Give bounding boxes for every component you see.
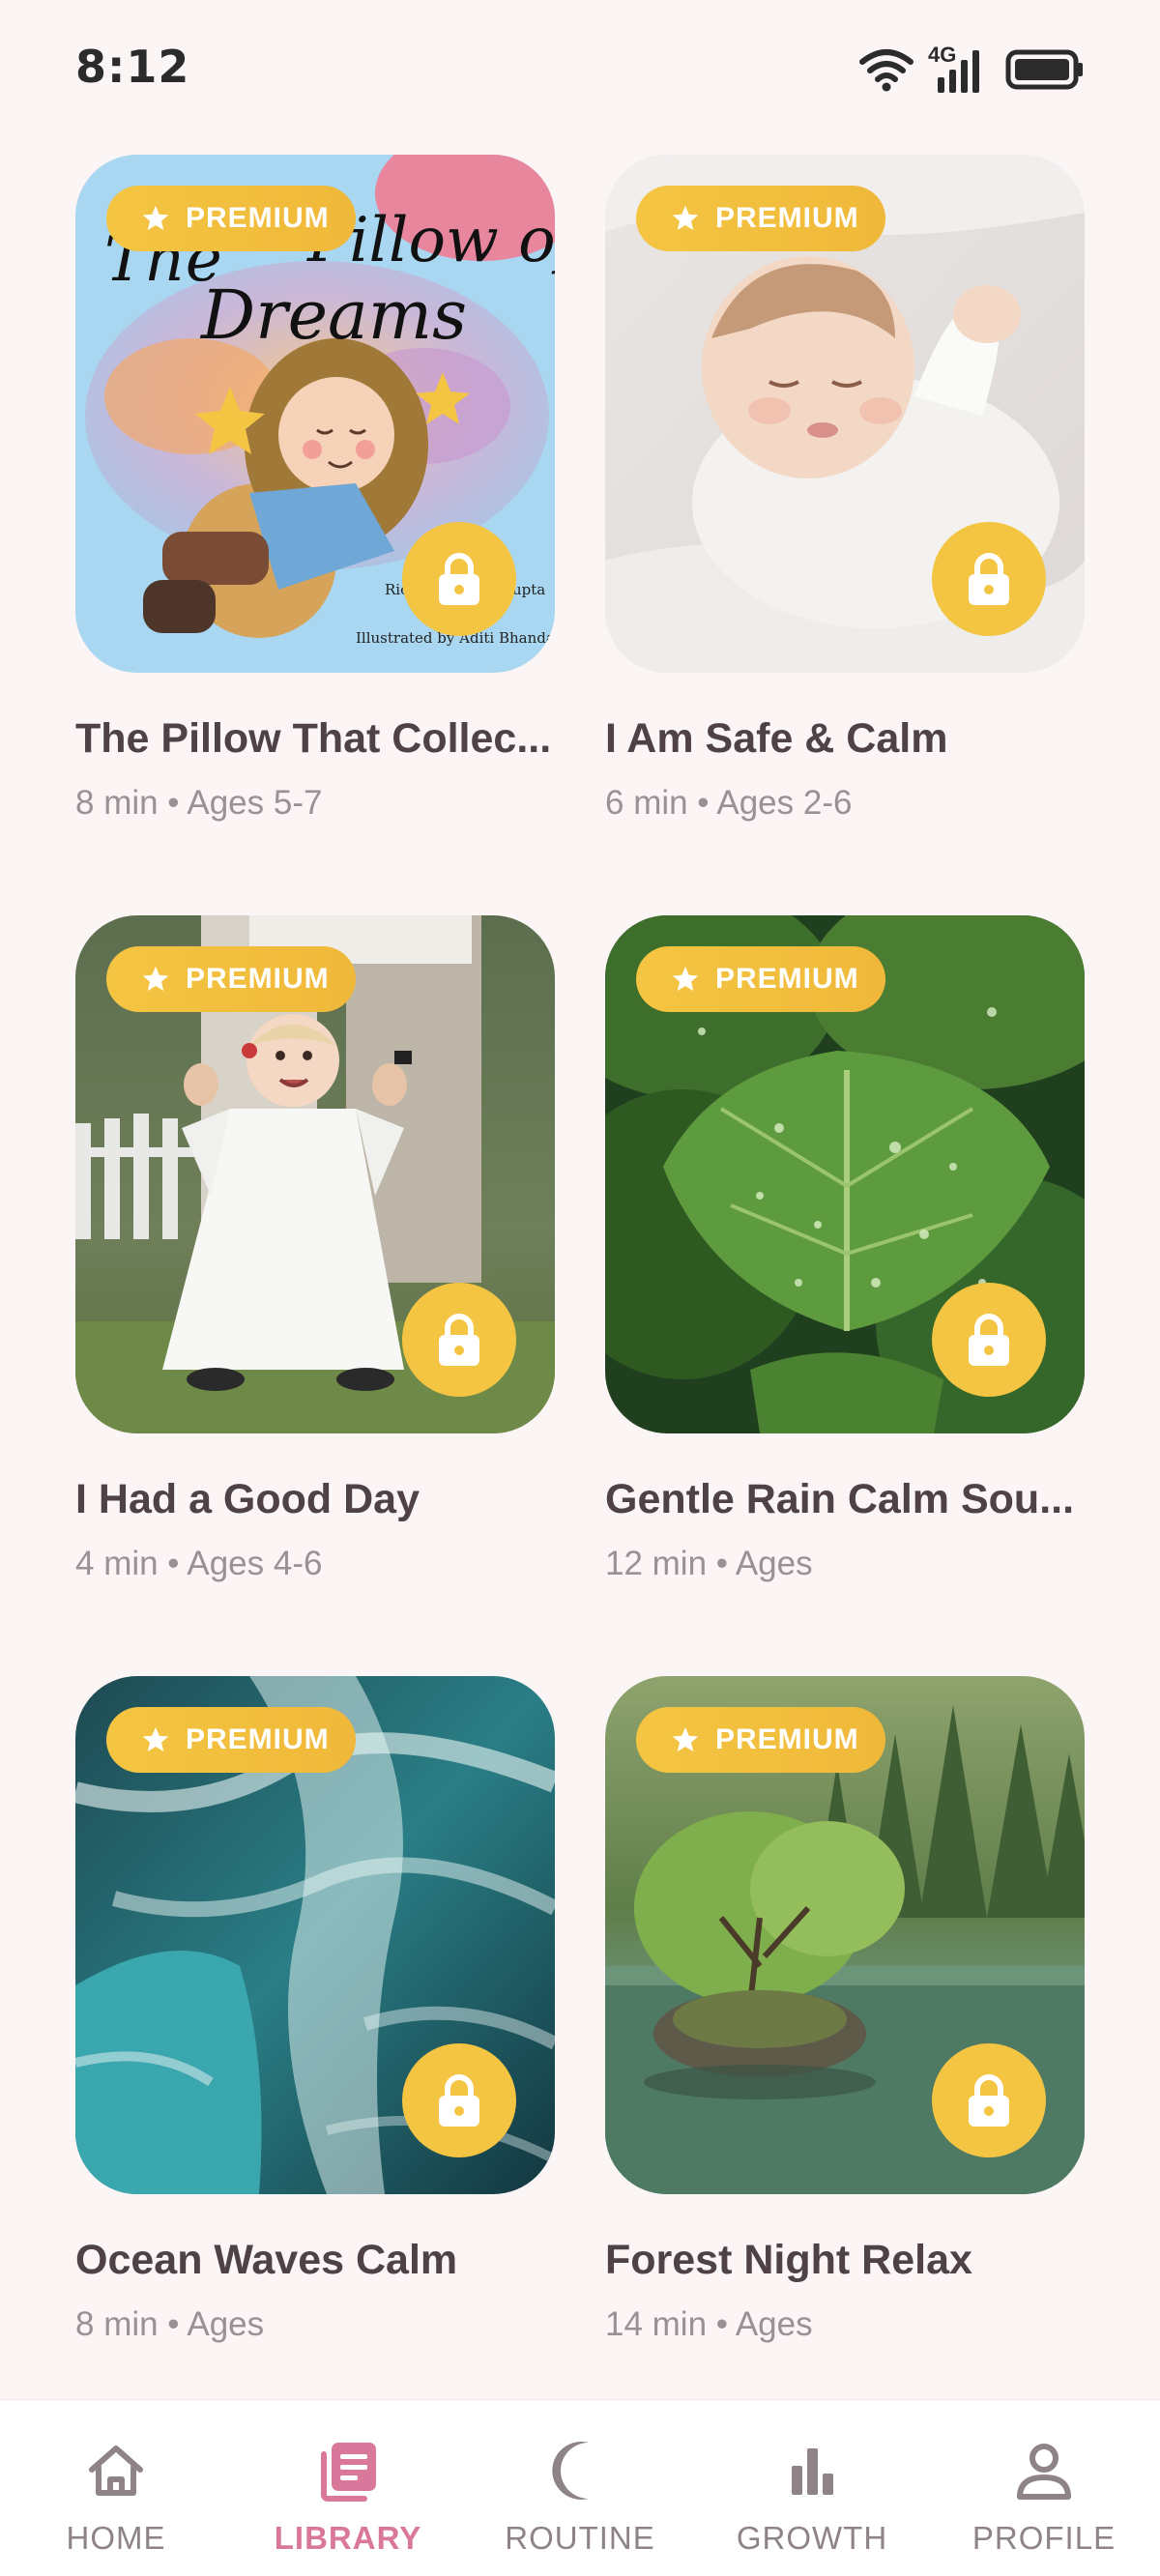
nav-label: LIBRARY: [274, 2520, 422, 2556]
moon-icon: [552, 2442, 589, 2500]
nav-item-profile[interactable]: PROFILE: [928, 2400, 1160, 2576]
svg-text:Dreams: Dreams: [199, 275, 467, 355]
nav-label: HOME: [66, 2520, 166, 2556]
premium-badge: PREMIUM: [106, 1707, 356, 1773]
story-meta: 6 min • Ages 2-6: [605, 784, 853, 822]
star-icon: [142, 205, 169, 230]
nav-label: GROWTH: [736, 2520, 888, 2556]
lock-icon: [969, 553, 1009, 605]
premium-badge: PREMIUM: [106, 186, 356, 251]
lock-icon: [439, 553, 479, 605]
story-meta: 12 min • Ages: [605, 1545, 813, 1582]
lock-icon: [439, 2074, 479, 2127]
story-thumbnail[interactable]: The Pillow of Dreams Richa Kishore Gupta…: [75, 155, 555, 673]
star-icon: [142, 966, 169, 991]
bottom-navigation: HOME LIBRARY ROUTINE GROWTH PROFILE: [0, 2399, 1160, 2576]
premium-label: PREMIUM: [186, 963, 330, 995]
story-card[interactable]: PREMIUM Forest Night Relax 14 min • Ages: [605, 1676, 1085, 2437]
person-icon: [1017, 2444, 1071, 2500]
premium-badge: PREMIUM: [636, 946, 885, 1012]
star-icon: [672, 1726, 699, 1751]
star-icon: [672, 205, 699, 230]
lock-icon: [439, 1314, 479, 1366]
lock-button[interactable]: [402, 1283, 516, 1397]
star-icon: [672, 966, 699, 991]
story-thumbnail[interactable]: PREMIUM: [75, 915, 555, 1433]
nav-item-growth[interactable]: GROWTH: [696, 2400, 928, 2576]
home-icon: [89, 2446, 143, 2496]
lock-icon: [969, 2074, 1009, 2127]
premium-badge: PREMIUM: [106, 946, 356, 1012]
premium-label: PREMIUM: [715, 963, 859, 995]
premium-label: PREMIUM: [715, 1723, 859, 1755]
premium-label: PREMIUM: [186, 1723, 330, 1755]
wifi-icon: [859, 49, 914, 92]
story-thumbnail[interactable]: PREMIUM: [605, 915, 1085, 1433]
story-meta: 8 min • Ages: [75, 2305, 265, 2343]
story-card[interactable]: PREMIUM Gentle Rain Calm Sou... 12 min •…: [605, 915, 1085, 1676]
bar-chart-icon: [792, 2448, 833, 2495]
story-meta: 4 min • Ages 4-6: [75, 1545, 323, 1582]
nav-item-library[interactable]: LIBRARY: [232, 2400, 464, 2576]
signal-bars-icon: [938, 50, 979, 93]
story-card[interactable]: PREMIUM I Had a Good Day 4 min • Ages 4-…: [75, 915, 555, 1676]
nav-label: ROUTINE: [505, 2520, 655, 2556]
lock-button[interactable]: [402, 2043, 516, 2157]
story-thumbnail[interactable]: PREMIUM: [75, 1676, 555, 2194]
library-icon: [321, 2443, 376, 2502]
story-title[interactable]: The Pillow That Collec...: [75, 715, 555, 763]
lock-button[interactable]: [402, 522, 516, 636]
premium-label: PREMIUM: [186, 202, 330, 234]
story-title[interactable]: Ocean Waves Calm: [75, 2237, 555, 2284]
battery-icon: [1005, 49, 1083, 90]
story-card[interactable]: PREMIUM I Am Safe & Calm 6 min • Ages 2-…: [605, 155, 1085, 915]
story-card[interactable]: The Pillow of Dreams Richa Kishore Gupta…: [75, 155, 555, 915]
premium-badge: PREMIUM: [636, 186, 885, 251]
story-title[interactable]: I Had a Good Day: [75, 1476, 555, 1523]
status-bar: 8:12 4G: [0, 0, 1160, 135]
story-title[interactable]: I Am Safe & Calm: [605, 715, 1085, 763]
story-meta: 8 min • Ages 5-7: [75, 784, 323, 822]
story-meta: 14 min • Ages: [605, 2305, 813, 2343]
lock-button[interactable]: [932, 1283, 1046, 1397]
story-card[interactable]: PREMIUM Ocean Waves Calm 8 min • Ages: [75, 1676, 555, 2437]
story-thumbnail[interactable]: PREMIUM: [605, 155, 1085, 673]
lock-button[interactable]: [932, 522, 1046, 636]
cellular-signal: 4G: [928, 43, 992, 95]
lock-icon: [969, 1314, 1009, 1366]
story-title[interactable]: Gentle Rain Calm Sou...: [605, 1476, 1085, 1523]
lock-button[interactable]: [932, 2043, 1046, 2157]
premium-label: PREMIUM: [715, 202, 859, 234]
premium-badge: PREMIUM: [636, 1707, 885, 1773]
star-icon: [142, 1726, 169, 1751]
library-grid: The Pillow of Dreams Richa Kishore Gupta…: [75, 155, 1085, 2437]
status-icons: 4G: [858, 43, 1085, 97]
story-title[interactable]: Forest Night Relax: [605, 2237, 1085, 2284]
story-thumbnail[interactable]: PREMIUM: [605, 1676, 1085, 2194]
nav-label: PROFILE: [972, 2520, 1116, 2556]
status-time: 8:12: [75, 41, 190, 93]
nav-item-routine[interactable]: ROUTINE: [464, 2400, 696, 2576]
nav-item-home[interactable]: HOME: [0, 2400, 232, 2576]
